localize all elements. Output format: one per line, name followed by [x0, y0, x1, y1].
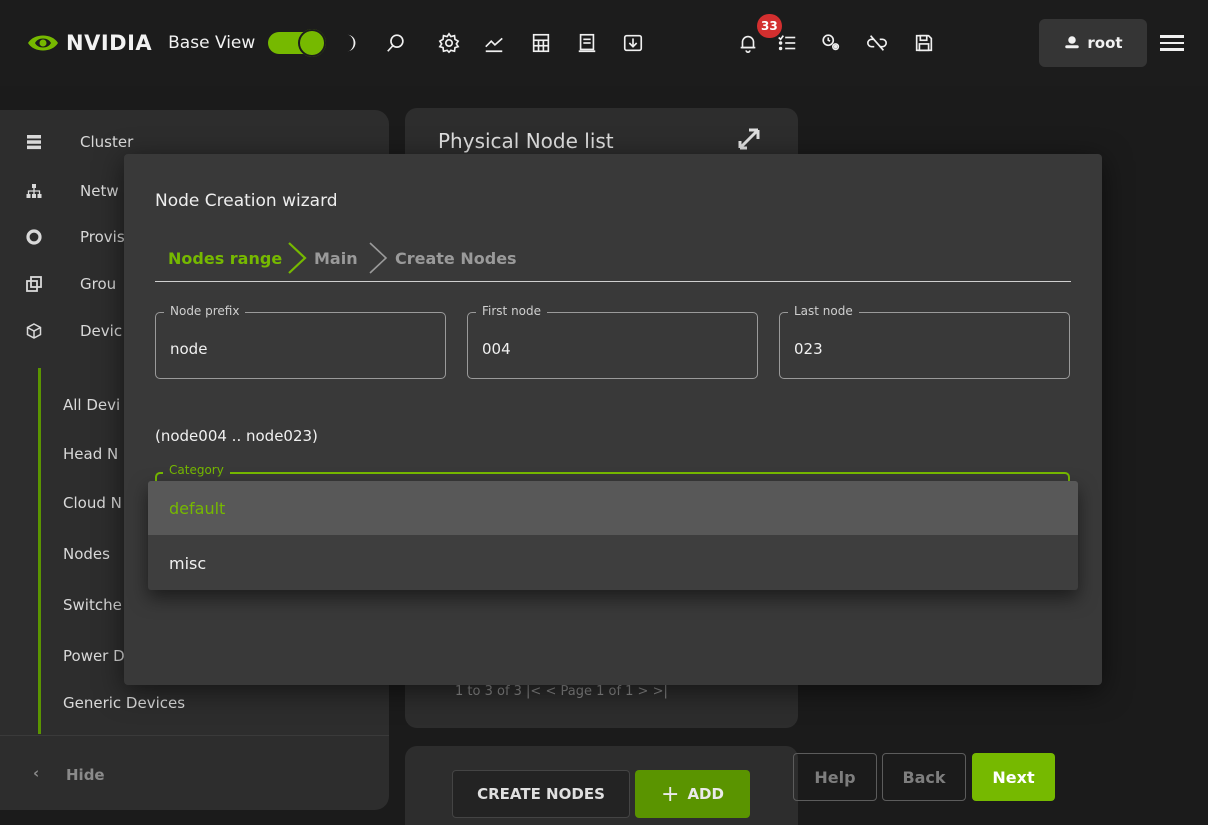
user-icon	[1065, 36, 1080, 49]
sidebar-item-label: Cluster	[80, 133, 134, 151]
calculator-icon[interactable]	[528, 30, 554, 56]
step-create-nodes[interactable]: Create Nodes	[395, 249, 517, 268]
user-label: root	[1087, 34, 1123, 52]
help-button[interactable]: Help	[793, 753, 877, 801]
sidebar-subitem-generic-devices[interactable]: Generic Devices	[63, 694, 185, 712]
step-chevron-icon	[369, 242, 388, 274]
step-main[interactable]: Main	[314, 249, 358, 268]
create-nodes-button[interactable]: CREATE NODES	[452, 770, 630, 818]
sidebar-subitem-power[interactable]: Power D	[63, 647, 125, 665]
menu-icon[interactable]	[1160, 32, 1184, 54]
network-icon	[26, 184, 42, 198]
sidebar-item-label: Provis	[80, 228, 125, 246]
category-label: Category	[163, 463, 230, 477]
category-dropdown: default misc	[148, 481, 1078, 590]
back-button[interactable]: Back	[882, 753, 966, 801]
server-icon	[27, 135, 41, 150]
pagination: 1 to 3 of 3 |< < Page 1 of 1 > >|	[455, 684, 668, 699]
node-range-preview: (node004 .. node023)	[155, 427, 318, 445]
brand-name: NVIDIA	[66, 31, 153, 55]
node-prefix-value[interactable]: node	[170, 340, 207, 358]
nvidia-logo[interactable]: NVIDIA Base View	[26, 28, 255, 58]
node-prefix-label: Node prefix	[164, 304, 246, 318]
add-label: ADD	[687, 785, 724, 803]
monitoring-icon[interactable]	[481, 30, 507, 56]
cluster-settings-icon[interactable]	[818, 30, 844, 56]
settings-icon[interactable]	[436, 30, 462, 56]
view-toggle[interactable]	[268, 29, 326, 57]
wizard-steps: Nodes range Main Create Nodes	[155, 234, 1071, 282]
theme-moon-icon[interactable]	[336, 30, 362, 56]
cube-icon	[26, 323, 42, 339]
sidebar-subitem-nodes[interactable]: Nodes	[63, 545, 110, 563]
bell-icon[interactable]	[735, 30, 761, 56]
sidebar-subitem-all-devices[interactable]: All Devi	[63, 396, 120, 414]
add-button[interactable]: + ADD	[635, 770, 750, 818]
expand-icon[interactable]	[734, 124, 764, 154]
unlink-icon[interactable]	[864, 30, 890, 56]
next-button[interactable]: Next	[972, 753, 1055, 801]
dialog-title: Node Creation wizard	[155, 191, 338, 211]
notes-icon[interactable]	[574, 30, 600, 56]
first-node-value[interactable]: 004	[482, 340, 511, 358]
sidebar-subnav-rail	[38, 368, 41, 734]
last-node-value[interactable]: 023	[794, 340, 823, 358]
sidebar-item-label: Netw	[80, 182, 119, 200]
panel-title: Physical Node list	[438, 129, 614, 153]
disc-icon	[26, 229, 42, 245]
step-nodes-range[interactable]: Nodes range	[168, 249, 282, 268]
download-icon[interactable]	[620, 30, 646, 56]
last-node-field[interactable]: Last node 023	[779, 304, 1070, 379]
sidebar-item-label: Devic	[80, 322, 123, 340]
search-icon[interactable]	[383, 30, 409, 56]
nvidia-eye-icon	[28, 35, 58, 51]
first-node-field[interactable]: First node 004	[467, 304, 758, 379]
save-icon[interactable]	[911, 30, 937, 56]
hide-label: Hide	[66, 766, 105, 784]
user-menu-button[interactable]: root	[1039, 19, 1147, 67]
category-option-default[interactable]: default	[148, 481, 1078, 535]
category-option-misc[interactable]: misc	[148, 536, 1078, 590]
sidebar-subitem-head-nodes[interactable]: Head N	[63, 445, 118, 463]
plus-icon: +	[661, 781, 680, 807]
tasks-icon[interactable]	[774, 30, 800, 56]
last-node-label: Last node	[788, 304, 859, 318]
sidebar-hide-button[interactable]: ‹ Hide	[0, 735, 389, 810]
sidebar-subitem-cloud-nodes[interactable]: Cloud N	[63, 494, 122, 512]
first-node-label: First node	[476, 304, 548, 318]
chevron-left-icon: ‹	[33, 764, 40, 782]
sidebar-item-label: Grou	[80, 275, 117, 293]
brand-subtitle: Base View	[168, 33, 256, 53]
sidebar-subitem-switches[interactable]: Switche	[63, 596, 122, 614]
top-bar: NVIDIA Base View 33 root	[0, 0, 1208, 86]
node-creation-wizard-dialog: Node Creation wizard Nodes range Main Cr…	[124, 154, 1102, 801]
step-chevron-icon	[288, 242, 307, 274]
groups-icon	[26, 276, 42, 292]
node-prefix-field[interactable]: Node prefix node	[155, 304, 446, 379]
